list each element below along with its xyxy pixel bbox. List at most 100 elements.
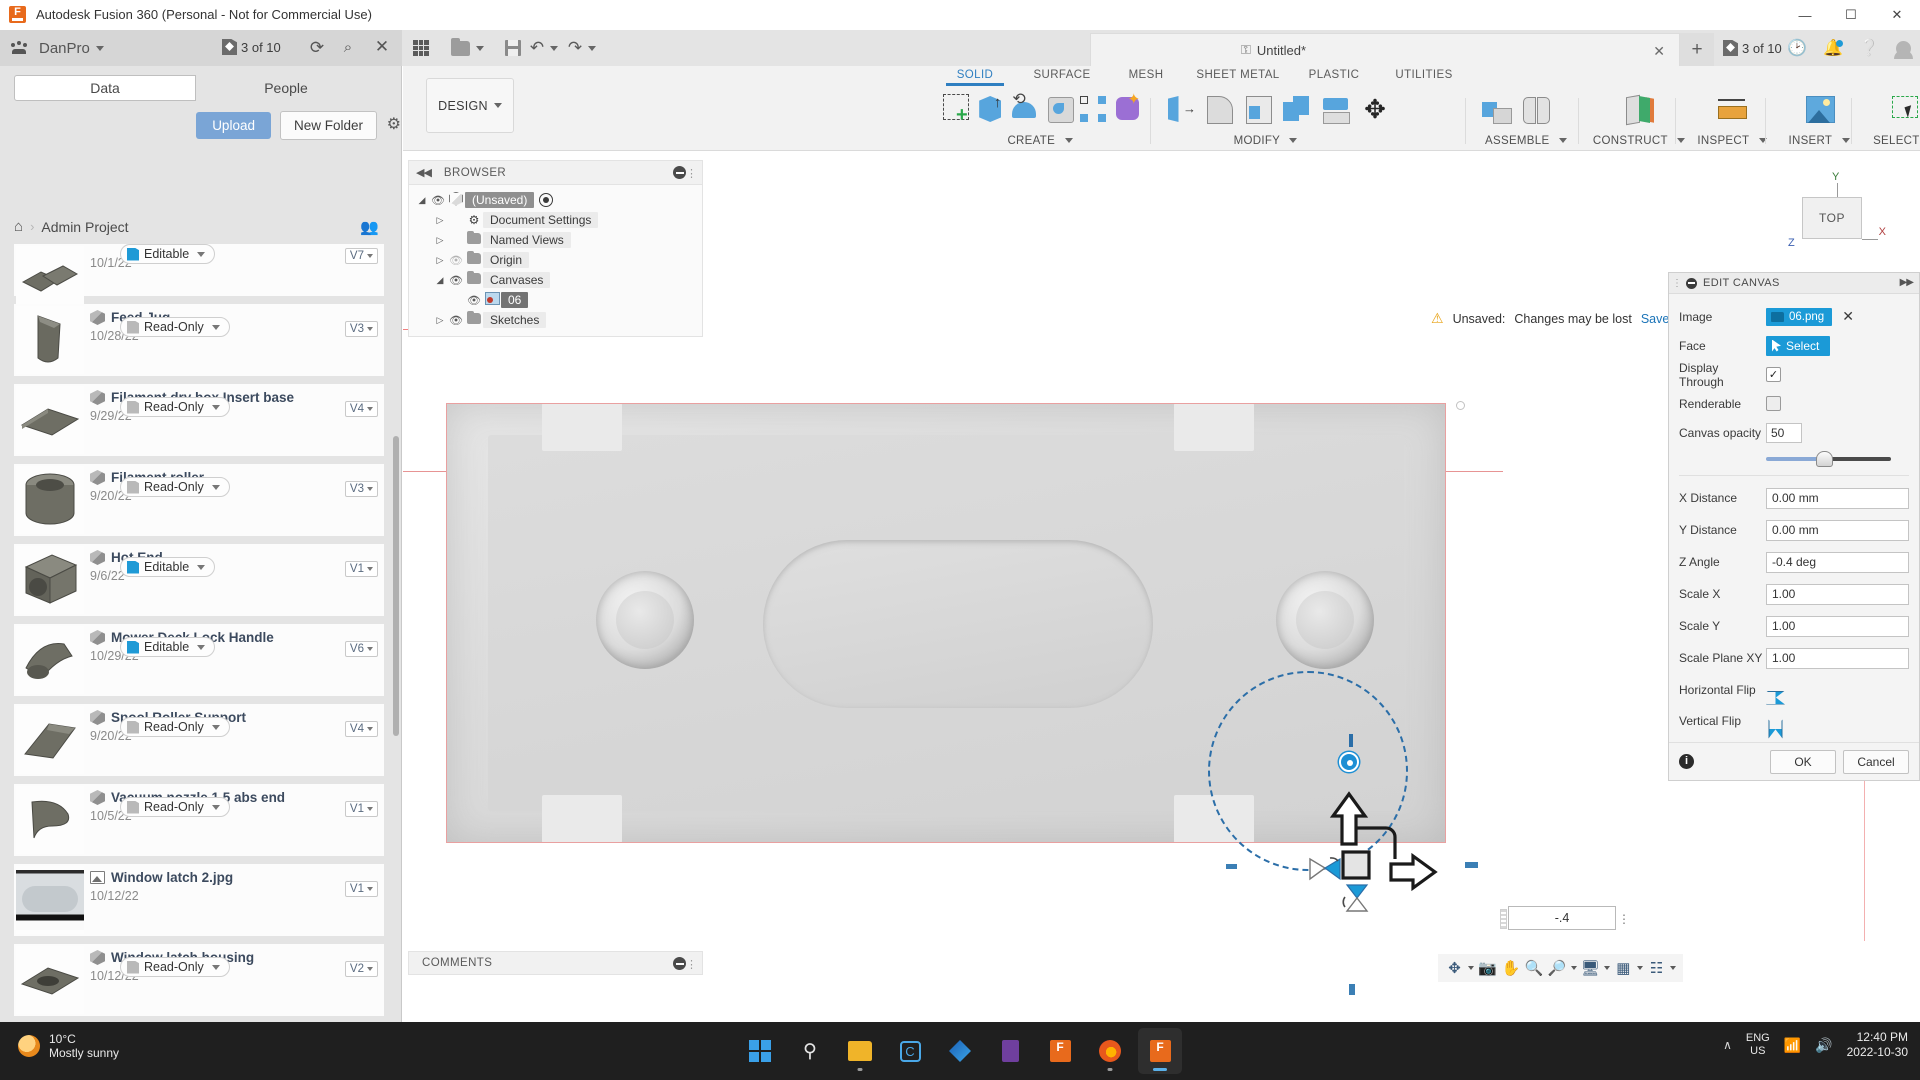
renderable-checkbox[interactable]	[1766, 396, 1781, 411]
list-item[interactable]: Mower Deck Lock Handle10/29/22EditableV6	[14, 624, 384, 696]
display-through-checkbox[interactable]: ✓	[1766, 367, 1781, 382]
weather-widget[interactable]: 10°C Mostly sunny	[18, 1032, 119, 1060]
canvas-opacity-input[interactable]: 50	[1766, 423, 1802, 443]
permission-dropdown[interactable]: Editable	[120, 637, 215, 657]
browser-node[interactable]: ▷Named Views	[409, 230, 702, 250]
browser-node[interactable]: ▷⚙Document Settings	[409, 210, 702, 230]
chevron-down-icon[interactable]	[1468, 966, 1474, 970]
minimize-comments-icon[interactable]	[673, 957, 686, 970]
breadcrumb-current[interactable]: Admin Project	[41, 219, 128, 235]
version-badge[interactable]: V3	[345, 481, 378, 497]
save-link[interactable]: Save	[1641, 312, 1670, 326]
display-settings-icon[interactable]: 🖥	[1581, 958, 1600, 978]
dimension-input[interactable]: -.4 ⋮	[1508, 906, 1616, 930]
project-name-dropdown[interactable]: DanPro	[39, 40, 104, 57]
permission-dropdown[interactable]: Read-Only	[120, 797, 230, 817]
version-badge[interactable]: V3	[345, 321, 378, 337]
permission-dropdown[interactable]: Read-Only	[120, 957, 230, 977]
chevron-down-icon[interactable]	[1670, 966, 1676, 970]
notifications-bell-icon[interactable]: 🔔	[1822, 38, 1844, 60]
close-window-button[interactable]: ✕	[1874, 0, 1920, 30]
network-icon[interactable]: 📶	[1784, 1037, 1801, 1054]
redo-button[interactable]: ↷	[565, 36, 599, 60]
version-badge[interactable]: V6	[345, 641, 378, 657]
fusion360-icon[interactable]: F	[1038, 1028, 1082, 1074]
expand-triangle-icon[interactable]: ◢	[415, 195, 429, 206]
show-data-panel-button[interactable]	[408, 36, 434, 60]
collapse-triangle-icon[interactable]: ▷	[433, 235, 447, 246]
document-tab[interactable]: ⚿ Untitled* ✕	[1090, 33, 1680, 66]
zoom-icon[interactable]: 🔍	[1524, 958, 1543, 978]
ribbon-group-label-modify[interactable]: MODIFY	[1163, 135, 1368, 147]
close-tab-icon[interactable]: ✕	[1653, 43, 1665, 60]
look-at-icon[interactable]: 📷	[1478, 958, 1497, 978]
revolve-icon[interactable]	[1008, 92, 1037, 128]
close-panel-icon[interactable]: ✕	[372, 37, 392, 57]
canvas-opacity-slider[interactable]	[1766, 451, 1891, 467]
visibility-eye-icon[interactable]: 👁	[447, 314, 465, 327]
tab-utilities[interactable]: UTILITIES	[1388, 69, 1460, 81]
cortana-icon[interactable]: C	[888, 1028, 932, 1074]
z-angle-input[interactable]: -0.4 deg	[1766, 552, 1909, 573]
manip-handle-left[interactable]	[1226, 864, 1237, 869]
upload-button[interactable]: Upload	[196, 112, 271, 139]
dimension-options-icon[interactable]: ⋮	[1618, 911, 1628, 928]
activate-component-icon[interactable]	[539, 193, 553, 207]
viewports-icon[interactable]: ☷	[1647, 958, 1666, 978]
measure-icon[interactable]	[1715, 92, 1749, 128]
rotate-y-handle-icon[interactable]	[1341, 881, 1377, 917]
file-list[interactable]: 10/1/22EditableV7Feed Jug10/28/22Read-On…	[14, 244, 384, 1080]
info-icon[interactable]: i	[1679, 754, 1694, 769]
clock-widget[interactable]: 12:40 PM 2022-10-30	[1847, 1030, 1908, 1060]
browser-node[interactable]: ◢👁Canvases	[409, 270, 702, 290]
browser-node[interactable]: ◢👁(Unsaved)	[409, 190, 702, 210]
file-explorer-icon[interactable]	[838, 1028, 882, 1074]
version-badge[interactable]: V4	[345, 721, 378, 737]
list-item[interactable]: Filament dry box Insert base9/29/22Read-…	[14, 384, 384, 456]
version-badge[interactable]: V2	[345, 961, 378, 977]
canvas-origin-handle[interactable]	[1339, 752, 1359, 772]
list-item[interactable]: Vacuum nozzle 1.5 abs end10/5/22Read-Onl…	[14, 784, 384, 856]
extrude-icon[interactable]: ↑	[974, 92, 1003, 128]
pan-icon[interactable]: ✋	[1501, 958, 1520, 978]
version-badge[interactable]: V1	[345, 801, 378, 817]
new-folder-button[interactable]: New Folder	[280, 111, 377, 140]
expand-triangle-icon[interactable]: ◢	[433, 275, 447, 286]
new-document-tab-button[interactable]: +	[1680, 33, 1714, 66]
save-button[interactable]	[500, 36, 526, 60]
version-badge[interactable]: V1	[345, 881, 378, 897]
manip-handle-bottom[interactable]	[1349, 984, 1355, 995]
visibility-eye-icon[interactable]: 👁	[447, 254, 465, 267]
x-distance-input[interactable]: 0.00 mm	[1766, 488, 1909, 509]
list-item[interactable]: Feed Jug10/28/22Read-OnlyV3	[14, 304, 384, 376]
expand-dialog-icon[interactable]: ▶▶	[1900, 277, 1913, 288]
offset-face-icon[interactable]	[1319, 92, 1353, 128]
tab-data[interactable]: Data	[14, 75, 196, 101]
permission-dropdown[interactable]: Editable	[120, 557, 215, 577]
create-form-icon[interactable]	[1111, 92, 1140, 128]
search-icon[interactable]: ⚲	[788, 1028, 832, 1074]
permission-dropdown[interactable]: Read-Only	[120, 717, 230, 737]
ribbon-group-label-assemble[interactable]: ASSEMBLE	[1480, 135, 1572, 147]
zoom-window-icon[interactable]: 🔎	[1548, 958, 1567, 978]
dialog-grip-icon[interactable]: ⋮	[1672, 278, 1682, 289]
scale-x-input[interactable]: 1.00	[1766, 584, 1909, 605]
edge-icon[interactable]	[938, 1028, 982, 1074]
remove-image-icon[interactable]: ✕	[1842, 308, 1854, 325]
version-badge[interactable]: V7	[345, 248, 378, 264]
tab-surface[interactable]: SURFACE	[1022, 69, 1102, 81]
help-icon[interactable]: ❔	[1858, 38, 1880, 60]
cancel-button[interactable]: Cancel	[1843, 750, 1909, 774]
fillet-icon[interactable]	[1202, 92, 1236, 128]
view-cube[interactable]: TOP Y X Z	[1778, 171, 1886, 263]
undo-button[interactable]: ↶	[527, 36, 561, 60]
list-item[interactable]: 10/1/22EditableV7	[14, 244, 384, 296]
firefox-icon[interactable]	[1088, 1028, 1132, 1074]
version-badge[interactable]: V1	[345, 561, 378, 577]
dimension-grip-icon[interactable]	[1500, 909, 1507, 929]
onenote-icon[interactable]	[988, 1028, 1032, 1074]
insert-canvas-icon[interactable]	[1802, 92, 1836, 128]
permission-dropdown[interactable]: Editable	[120, 244, 215, 264]
visibility-eye-icon[interactable]: 👁	[429, 194, 447, 207]
chevron-down-icon[interactable]	[1637, 966, 1643, 970]
